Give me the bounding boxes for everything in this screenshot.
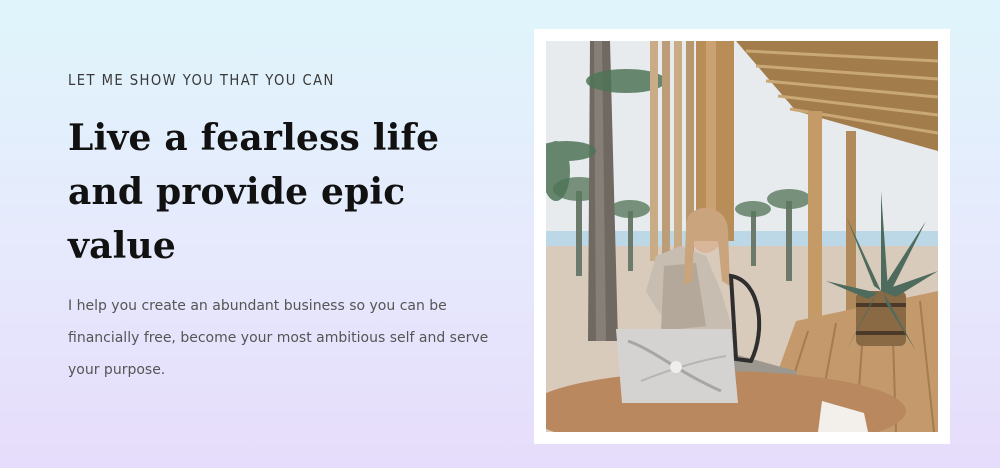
hero-eyebrow: LET ME SHOW YOU THAT YOU CAN [68,71,335,89]
hero-photo [546,41,938,432]
hero-photo-frame [534,29,950,444]
hero-headline: Live a fearless life and provide epic va… [68,117,440,267]
hero-description: I help you create an abundant business s… [68,298,489,378]
